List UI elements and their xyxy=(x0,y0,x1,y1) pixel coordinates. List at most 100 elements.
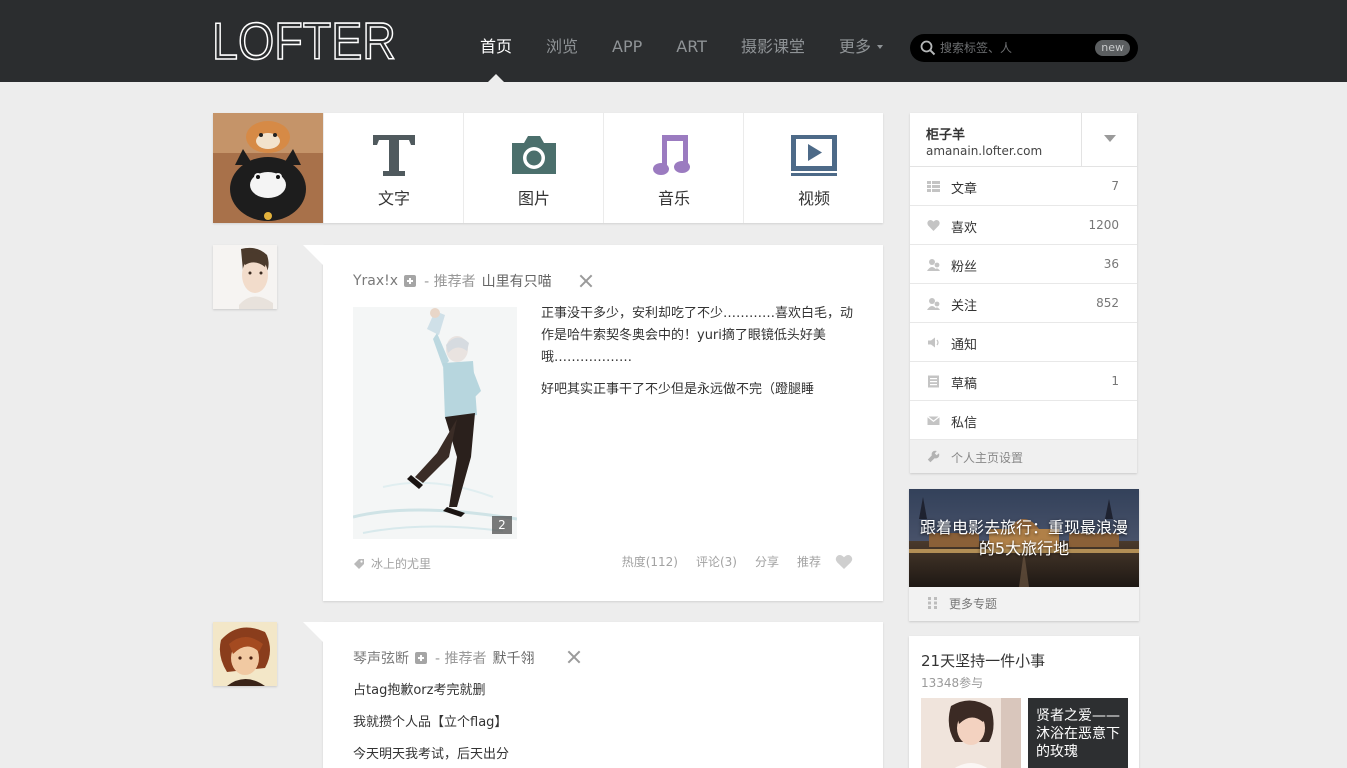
post-paragraph: 好吧其实正事干了不少但是永远做不完（蹬腿睡 xyxy=(541,382,815,397)
topic-title: 跟着电影去旅行：重现最浪漫的5大旅行地 xyxy=(919,518,1128,558)
profile-panel: 柜子羊 amanain.lofter.com 文章 7 喜欢 1200 粉丝 3… xyxy=(910,113,1137,473)
challenge-featured-card[interactable]: 贤者之爱——沐浴在恶意下的玫瑰 xyxy=(1028,698,1128,768)
publish-music-label: 音乐 xyxy=(657,189,690,208)
post-card: Yrax!x - 推荐者 山里有只喵 2 正事没干多少，安利却吃了不少…………喜… xyxy=(303,245,883,601)
sidebar-item-label: 文章 xyxy=(951,182,978,197)
sidebar-item-drafts[interactable]: 草稿 1 xyxy=(910,362,1137,401)
nav-home[interactable]: 首页 xyxy=(463,0,529,82)
post-footer: 冰上的尤里 热度(112) 评论(3) 分享 推荐 xyxy=(353,553,853,573)
sidebar-item-count: 36 xyxy=(1103,257,1119,271)
followers-icon xyxy=(927,259,940,271)
publish-video-button[interactable]: 视频 xyxy=(743,113,883,223)
sidebar-item-count: 852 xyxy=(1096,296,1119,310)
challenge-thumbnail[interactable] xyxy=(921,698,1021,768)
post-author-avatar[interactable] xyxy=(213,245,277,309)
figure-skater-illustration xyxy=(353,307,517,539)
recommend-link[interactable]: 推荐 xyxy=(797,553,821,570)
post-paragraph: 正事没干多少，安利却吃了不少…………喜欢白毛，动作是哈牛索契冬奥会中的！yuri… xyxy=(541,306,854,365)
heart-icon[interactable] xyxy=(835,554,853,570)
sidebar-item-likes[interactable]: 喜欢 1200 xyxy=(910,206,1137,245)
publish-bar: 文字 图片 音乐 视频 xyxy=(213,113,883,223)
search-input[interactable] xyxy=(940,38,1088,58)
sidebar-item-label: 通知 xyxy=(951,338,978,353)
topic-card: 跟着电影去旅行：重现最浪漫的5大旅行地 更多专题 xyxy=(909,489,1139,621)
post-author-avatar[interactable] xyxy=(213,622,277,686)
sidebar-item-count: 1200 xyxy=(1088,218,1119,232)
sidebar-item-articles[interactable]: 文章 7 xyxy=(910,167,1137,206)
profile-domain[interactable]: amanain.lofter.com xyxy=(926,144,1042,158)
nav-photo-class[interactable]: 摄影课堂 xyxy=(724,0,822,82)
hot-link[interactable]: 热度(112) xyxy=(622,553,678,570)
publish-video-label: 视频 xyxy=(797,189,830,208)
sidebar-item-count: 7 xyxy=(1111,179,1119,193)
post-actions: 热度(112) 评论(3) 分享 推荐 xyxy=(604,553,853,570)
video-play-icon xyxy=(791,135,837,176)
avatar[interactable] xyxy=(213,113,323,223)
profile-settings-link[interactable]: 个人主页设置 xyxy=(910,440,1137,473)
recommender-name[interactable]: 默千翎 xyxy=(493,648,535,668)
share-link[interactable]: 分享 xyxy=(755,553,779,570)
sidebar-item-count: 1 xyxy=(1111,374,1119,388)
profile-header: 柜子羊 amanain.lofter.com xyxy=(910,113,1137,167)
sidebar-item-messages[interactable]: 私信 xyxy=(910,401,1137,440)
profile-name[interactable]: 柜子羊 xyxy=(926,124,965,143)
post-paragraph: 我就攒个人品【立个flag】 xyxy=(353,715,508,730)
image-count-badge: 2 xyxy=(492,516,512,534)
draft-icon xyxy=(928,375,939,388)
comment-link[interactable]: 评论(3) xyxy=(696,553,737,570)
main-nav: 首页 浏览 APP ART 摄影课堂 更多 xyxy=(463,0,900,82)
sidebar-item-followers[interactable]: 粉丝 36 xyxy=(910,245,1137,284)
post-card: 琴声弦断 - 推荐者 默千翎 占tag抱歉orz考完就删 我就攒个人品【立个fl… xyxy=(303,622,883,768)
challenge-photo xyxy=(921,698,1021,768)
recommender-name[interactable]: 山里有只喵 xyxy=(482,271,552,291)
publish-photo-button[interactable]: 图片 xyxy=(463,113,603,223)
publish-music-button[interactable]: 音乐 xyxy=(603,113,743,223)
more-topics-link[interactable]: 更多专题 xyxy=(909,587,1139,621)
lofter-logo-graphic: LOFTER xyxy=(211,12,397,72)
profile-dropdown-button[interactable] xyxy=(1081,113,1137,167)
close-icon[interactable] xyxy=(567,650,581,664)
post-paragraph: 今天明天我考试，后天出分 xyxy=(353,747,510,762)
svg-text:LOFTER: LOFTER xyxy=(212,14,396,66)
post-author-name[interactable]: Yrax!x xyxy=(353,273,398,289)
mail-icon xyxy=(927,416,940,425)
lofter-logo[interactable]: LOFTER xyxy=(211,12,398,72)
nav-more[interactable]: 更多 xyxy=(822,0,900,82)
music-note-icon xyxy=(653,135,690,175)
follow-plus-icon[interactable] xyxy=(415,652,427,664)
following-icon xyxy=(927,298,940,310)
sidebar-item-notifications[interactable]: 通知 xyxy=(910,323,1137,362)
new-badge: new xyxy=(1095,40,1130,56)
nav-browse[interactable]: 浏览 xyxy=(529,0,595,82)
settings-label: 个人主页设置 xyxy=(951,451,1024,465)
sidebar-item-following[interactable]: 关注 852 xyxy=(910,284,1137,323)
post-tag[interactable]: 冰上的尤里 xyxy=(353,555,431,572)
heart-icon xyxy=(927,219,940,231)
post-body: 正事没干多少，安利却吃了不少…………喜欢白毛，动作是哈牛索契冬奥会中的！yuri… xyxy=(541,303,853,411)
recommend-prefix: - 推荐者 xyxy=(435,651,487,667)
search-icon[interactable] xyxy=(920,40,936,56)
post-tag-label: 冰上的尤里 xyxy=(371,557,432,571)
wrench-icon xyxy=(927,450,940,463)
nav-art[interactable]: ART xyxy=(659,0,724,82)
close-icon[interactable] xyxy=(579,274,593,288)
challenge-participants: 13348参与 xyxy=(921,676,984,690)
follow-plus-icon[interactable] xyxy=(404,275,417,287)
grid-icon xyxy=(928,597,937,609)
sidebar-item-label: 喜欢 xyxy=(951,221,978,236)
topic-banner[interactable]: 跟着电影去旅行：重现最浪漫的5大旅行地 xyxy=(909,489,1139,587)
challenge-card: 21天坚持一件小事 13348参与 贤者之爱——沐浴在恶意下的玫瑰 xyxy=(909,636,1139,768)
publish-text-button[interactable]: 文字 xyxy=(323,113,463,223)
more-topics-label: 更多专题 xyxy=(949,597,998,611)
sidebar-item-label: 私信 xyxy=(951,416,978,431)
nav-more-label: 更多 xyxy=(838,37,871,56)
nav-app[interactable]: APP xyxy=(595,0,659,82)
post-image[interactable]: 2 xyxy=(353,307,517,539)
post-body: 占tag抱歉orz考完就删 我就攒个人品【立个flag】 今天明天我考试，后天出… xyxy=(353,680,853,768)
challenge-title[interactable]: 21天坚持一件小事 xyxy=(921,650,1045,671)
post-author-name[interactable]: 琴声弦断 xyxy=(353,648,409,668)
publish-photo-label: 图片 xyxy=(517,189,550,208)
article-icon xyxy=(927,181,940,192)
post-header: Yrax!x - 推荐者 山里有只喵 xyxy=(353,271,552,291)
camera-icon xyxy=(512,136,556,174)
